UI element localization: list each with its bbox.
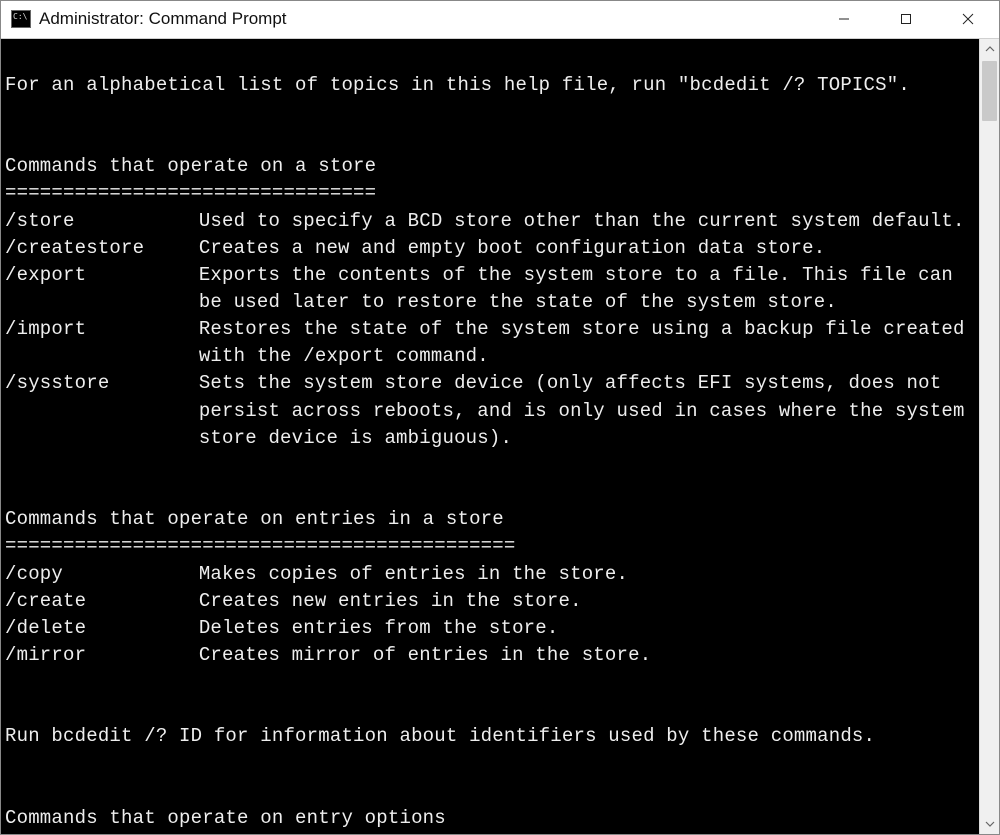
cmd-name: /delete: [5, 615, 199, 642]
cmd-name: /sysstore: [5, 370, 199, 397]
cmd-row: /copyMakes copies of entries in the stor…: [5, 561, 975, 588]
section-underline: ========================================…: [5, 533, 975, 560]
intro-line: For an alphabetical list of topics in th…: [5, 72, 975, 99]
cmd-desc: Creates a new and empty boot configurati…: [199, 235, 975, 262]
cmd-name: /copy: [5, 561, 199, 588]
section-heading: Commands that operate on entries in a st…: [5, 506, 975, 533]
section-footer: Run bcdedit /? ID for information about …: [5, 723, 975, 750]
scroll-down-button[interactable]: [980, 814, 999, 834]
scroll-up-button[interactable]: [980, 39, 999, 59]
cmd-desc: Restores the state of the system store u…: [199, 316, 975, 370]
section-underline: ======================================: [5, 832, 975, 834]
section-heading: Commands that operate on entry options: [5, 805, 975, 832]
cmd-row: /deleteDeletes entries from the store.: [5, 615, 975, 642]
minimize-button[interactable]: [813, 1, 875, 38]
cmd-name: /export: [5, 262, 199, 289]
cmd-name: /mirror: [5, 642, 199, 669]
cmd-row: /mirrorCreates mirror of entries in the …: [5, 642, 975, 669]
cmd-row: /createstoreCreates a new and empty boot…: [5, 235, 975, 262]
window-frame: Administrator: Command Prompt For an alp…: [0, 0, 1000, 835]
maximize-button[interactable]: [875, 1, 937, 38]
cmd-row: /importRestores the state of the system …: [5, 316, 975, 370]
cmd-row: /createCreates new entries in the store.: [5, 588, 975, 615]
vertical-scrollbar[interactable]: [979, 39, 999, 834]
window-controls: [813, 1, 999, 38]
cmd-name: /import: [5, 316, 199, 343]
app-icon: [11, 10, 31, 28]
section-heading: Commands that operate on a store: [5, 153, 975, 180]
cmd-desc: Makes copies of entries in the store.: [199, 561, 975, 588]
cmd-desc: Exports the contents of the system store…: [199, 262, 975, 316]
section-underline: ================================: [5, 180, 975, 207]
cmd-name: /create: [5, 588, 199, 615]
window-body: For an alphabetical list of topics in th…: [1, 39, 999, 834]
cmd-row: /storeUsed to specify a BCD store other …: [5, 208, 975, 235]
cmd-name: /createstore: [5, 235, 199, 262]
terminal-output[interactable]: For an alphabetical list of topics in th…: [1, 39, 979, 834]
cmd-desc: Sets the system store device (only affec…: [199, 370, 975, 451]
close-button[interactable]: [937, 1, 999, 38]
scrollbar-thumb[interactable]: [982, 61, 997, 121]
window-title: Administrator: Command Prompt: [39, 9, 287, 29]
cmd-desc: Creates new entries in the store.: [199, 588, 975, 615]
titlebar[interactable]: Administrator: Command Prompt: [1, 1, 999, 39]
cmd-row: /sysstoreSets the system store device (o…: [5, 370, 975, 451]
cmd-desc: Used to specify a BCD store other than t…: [199, 208, 975, 235]
cmd-desc: Creates mirror of entries in the store.: [199, 642, 975, 669]
cmd-name: /store: [5, 208, 199, 235]
cmd-row: /exportExports the contents of the syste…: [5, 262, 975, 316]
cmd-desc: Deletes entries from the store.: [199, 615, 975, 642]
